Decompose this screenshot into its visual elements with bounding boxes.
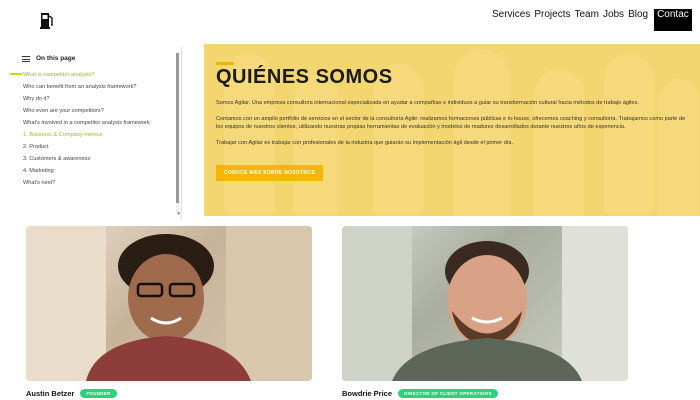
hero-paragraph-1: Somos Agilar. Una empresa consultora int… <box>216 100 639 106</box>
toc-scrollbar[interactable] <box>176 53 179 213</box>
toc-item-business-metrics[interactable]: 1. Business & Company metrics <box>23 132 173 139</box>
about-more-button[interactable]: CONOCE MÁS SOBRE NOSOTROS <box>216 165 324 181</box>
person-portrait <box>26 226 312 381</box>
hero-paragraph-3: Trabajar con Agilar es trabajar con prof… <box>216 140 514 146</box>
fuel-pump-icon[interactable] <box>40 10 54 30</box>
toc-item-customers[interactable]: 3. Customers & awareness <box>23 156 173 163</box>
team-photo-austin[interactable] <box>26 226 312 381</box>
nav-projects[interactable]: Projects <box>534 9 570 31</box>
member-name: Austin Betzer <box>26 389 75 398</box>
team-member-bowdrie: Bowdrie Price DIRECTOR OF CLIENT OPERATI… <box>342 389 498 398</box>
main-nav: Services Projects Team Jobs Blog Contac <box>492 9 692 31</box>
toc-header[interactable]: On this page <box>22 55 75 62</box>
toc-panel: On this page What is competitor analysis… <box>10 47 182 219</box>
toc-item-framework[interactable]: What's involved in a competitor analysis… <box>23 120 173 127</box>
scroll-down-arrow-icon[interactable]: ▾ <box>177 211 180 217</box>
toc-item-product[interactable]: 2. Product <box>23 144 173 151</box>
list-icon <box>22 55 30 62</box>
toc-item-whats-next[interactable]: What's next? <box>23 180 173 187</box>
nav-services[interactable]: Services <box>492 9 530 31</box>
page-title: QUIÉNES SOMOS <box>216 66 393 88</box>
team-photo-bowdrie[interactable] <box>342 226 628 381</box>
role-badge: FOUNDER <box>80 389 117 398</box>
nav-blog[interactable]: Blog <box>628 9 648 31</box>
nav-jobs[interactable]: Jobs <box>603 9 624 31</box>
toc-list: What is competitor analysis? Who can ben… <box>23 72 173 192</box>
toc-item-who-benefits[interactable]: Who can benefit from an analysis framewo… <box>23 84 173 91</box>
member-name: Bowdrie Price <box>342 389 393 398</box>
hero-paragraph-2: Contamos con un amplio portfolio de serv… <box>216 116 686 130</box>
person-portrait <box>342 226 628 381</box>
role-badge: DIRECTOR OF CLIENT OPERATIONS <box>398 389 498 398</box>
toc-item-why[interactable]: Why do it? <box>23 96 173 103</box>
about-hero: QUIÉNES SOMOS Somos Agilar. Una empresa … <box>204 44 700 216</box>
nav-contact-button[interactable]: Contac <box>654 9 692 31</box>
toc-item-marketing[interactable]: 4. Marketing <box>23 168 173 175</box>
hero-title-wrap: QUIÉNES SOMOS <box>216 62 686 89</box>
toc-item-competitors[interactable]: Who even are your competitors? <box>23 108 173 115</box>
toc-scrollbar-thumb[interactable] <box>176 53 179 203</box>
title-accent-bar <box>216 62 234 65</box>
hero-content: QUIÉNES SOMOS Somos Agilar. Una empresa … <box>216 62 686 181</box>
team-member-austin: Austin Betzer FOUNDER <box>26 389 117 398</box>
top-navbar: Services Projects Team Jobs Blog Contac <box>0 0 700 42</box>
toc-title: On this page <box>36 55 76 62</box>
toc-active-indicator <box>10 73 22 75</box>
toc-item-what-is[interactable]: What is competitor analysis? <box>23 72 173 79</box>
nav-team[interactable]: Team <box>574 9 598 31</box>
